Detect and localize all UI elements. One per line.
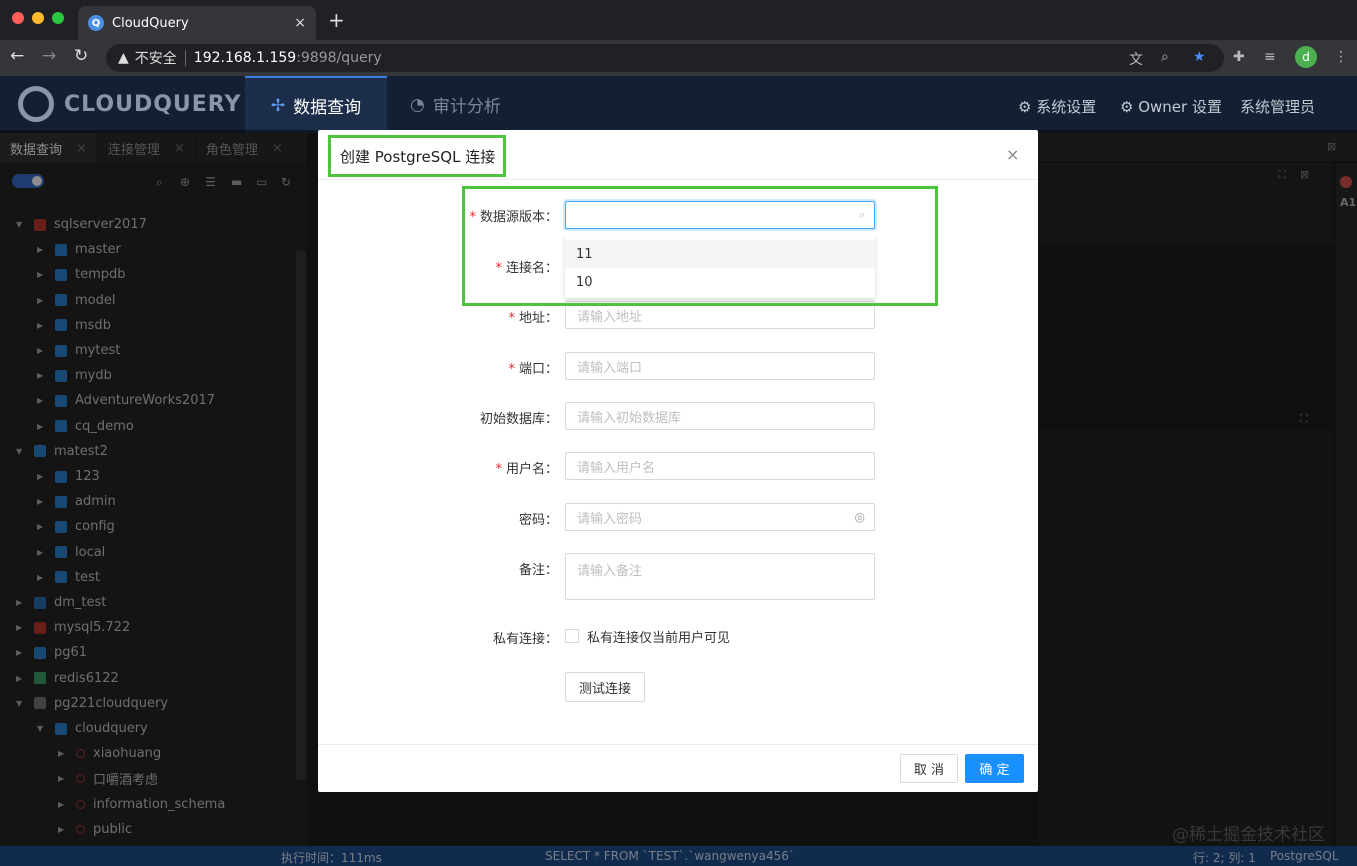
owner-settings-label: Owner 设置 xyxy=(1138,98,1222,116)
initial-db-label: 初始数据库： xyxy=(479,412,558,427)
profile-avatar[interactable]: d xyxy=(1295,46,1317,68)
port-input[interactable]: 请输入端口 xyxy=(565,352,875,380)
owner-settings-link[interactable]: ⚙ Owner 设置 xyxy=(1120,96,1222,117)
address-label: * 地址： xyxy=(508,311,558,326)
browser-tab[interactable]: Q CloudQuery × xyxy=(78,6,316,40)
back-arrow-icon[interactable]: ← xyxy=(10,46,24,66)
password-placeholder: 请输入密码 xyxy=(577,511,643,527)
browser-menu-icon[interactable]: ⋮ xyxy=(1334,49,1348,65)
test-connection-button[interactable]: 测试连接 xyxy=(565,672,645,702)
gear-icon: ⚙ xyxy=(1120,98,1139,116)
port-label: * 端口： xyxy=(508,362,558,377)
nav-data-query[interactable]: ✢ 数据查询 xyxy=(245,76,387,133)
window-close-button[interactable] xyxy=(12,12,24,24)
media-control-icon[interactable]: ≡ xyxy=(1264,49,1276,65)
nav-label: 审计分析 xyxy=(432,97,501,117)
create-connection-modal: 创建 PostgreSQL 连接 × * 数据源版本： ⌕ * 连接名： * 地址： … xyxy=(318,130,1038,792)
cloudquery-favicon-icon: Q xyxy=(88,15,104,31)
url-host: 192.168.1.159 xyxy=(193,50,297,66)
cancel-button[interactable]: 取 消 xyxy=(900,754,958,783)
system-admin-link[interactable]: 系统管理员 xyxy=(1240,96,1315,117)
password-input[interactable]: 请输入密码 ◎ xyxy=(565,503,875,531)
nav-label: 数据查询 xyxy=(293,98,362,118)
address-bar[interactable]: ▲ 不安全 192.168.1.159 :9898/query xyxy=(106,44,1224,72)
extensions-icon[interactable]: ✚ xyxy=(1233,49,1245,65)
pie-chart-icon: ◔ xyxy=(410,94,425,115)
insecure-label: 不安全 xyxy=(134,51,177,67)
bookmark-star-icon[interactable]: ★ xyxy=(1193,49,1206,65)
confirm-button[interactable]: 确 定 xyxy=(965,754,1024,783)
eye-hidden-icon[interactable]: ◎ xyxy=(855,510,865,524)
tab-title: CloudQuery xyxy=(112,15,189,31)
data-query-icon: ✢ xyxy=(270,95,286,116)
warning-triangle-icon: ▲ xyxy=(118,50,129,66)
modal-close-icon[interactable]: × xyxy=(1006,145,1019,164)
nav-audit-analysis[interactable]: ◔ 审计分析 xyxy=(410,76,501,133)
modal-footer-divider xyxy=(318,744,1038,745)
user-gear-icon: ⚙ xyxy=(1018,98,1037,116)
username-label: * 用户名： xyxy=(495,462,558,477)
forward-arrow-icon[interactable]: → xyxy=(42,46,56,66)
new-tab-button[interactable]: + xyxy=(328,8,345,32)
private-label: 私有连接： xyxy=(492,632,558,647)
reload-icon[interactable]: ↻ xyxy=(74,46,88,66)
system-settings-label: 系统设置 xyxy=(1036,98,1097,116)
modal-title: 创建 PostgreSQL 连接 xyxy=(328,135,506,177)
zoom-icon[interactable]: ⌕ xyxy=(1161,49,1169,65)
url-path: :9898/query xyxy=(296,50,382,66)
remarks-label: 备注： xyxy=(518,563,558,578)
initial-db-input[interactable]: 请输入初始数据库 xyxy=(565,402,875,430)
tab-close-icon[interactable]: × xyxy=(294,15,306,31)
private-checkbox[interactable] xyxy=(565,629,579,643)
logo-text: CLOUDQUERY xyxy=(64,91,242,117)
translate-icon[interactable]: 文 xyxy=(1129,49,1143,69)
app-logo: CLOUDQUERY xyxy=(18,86,241,122)
username-input[interactable]: 请输入用户名 xyxy=(565,452,875,480)
highlight-box xyxy=(462,186,938,306)
window-zoom-button[interactable] xyxy=(52,12,64,24)
password-label: 密码： xyxy=(518,513,558,528)
private-checkbox-label[interactable]: 私有连接仅当前用户可见 xyxy=(587,627,730,646)
logo-mark-icon xyxy=(18,86,54,122)
window-minimize-button[interactable] xyxy=(32,12,44,24)
system-settings-link[interactable]: ⚙ 系统设置 xyxy=(1018,96,1096,117)
remarks-textarea[interactable]: 请输入备注 xyxy=(565,553,875,600)
address-divider xyxy=(184,50,186,66)
